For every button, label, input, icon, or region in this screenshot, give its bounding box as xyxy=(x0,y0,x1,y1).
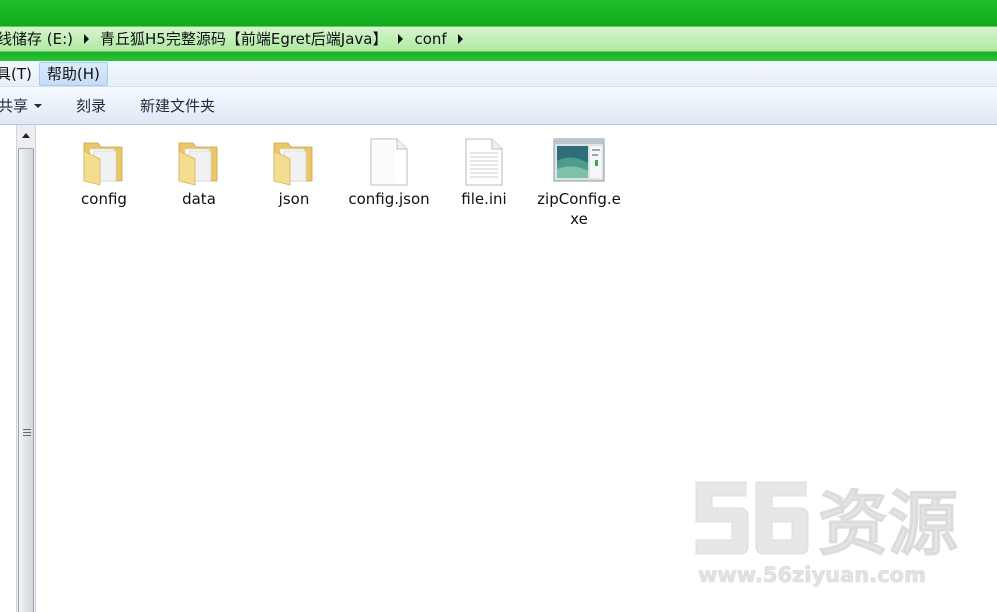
file-name: file.ini xyxy=(461,190,507,208)
text-file-icon xyxy=(465,138,503,186)
file-item-json[interactable]: json xyxy=(251,133,337,209)
watermark-url: www.56ziyuan.com xyxy=(698,563,926,587)
menu-bar: 具(T) 帮助(H) xyxy=(0,61,997,87)
address-bar[interactable]: 线储存 (E:) 青丘狐H5完整源码【前端Egret后端Java】 conf xyxy=(0,26,997,52)
folder-icon xyxy=(178,142,218,186)
dropdown-arrow-icon xyxy=(34,103,43,108)
file-name: json xyxy=(278,190,310,208)
folder-icon xyxy=(273,142,313,186)
scroll-up-arrow-icon[interactable] xyxy=(17,125,35,145)
grip-icon xyxy=(23,429,31,438)
file-item-file-ini[interactable]: file.ini xyxy=(441,133,527,209)
share-label: 共享 xyxy=(0,96,29,115)
file-item-config[interactable]: config xyxy=(61,133,147,209)
folder-icon xyxy=(83,142,123,186)
title-bar xyxy=(0,0,997,26)
file-name: config xyxy=(81,190,127,208)
file-item-data[interactable]: data xyxy=(156,133,242,209)
scroll-thumb[interactable] xyxy=(18,148,34,612)
file-name: config.json xyxy=(348,190,430,208)
breadcrumb-chevron-icon[interactable] xyxy=(457,34,463,44)
breadcrumb-chevron-icon[interactable] xyxy=(84,34,90,44)
blank-file-icon xyxy=(370,138,408,186)
file-name: zipConfig.exe xyxy=(537,190,621,228)
app-window-icon xyxy=(553,138,605,182)
navigation-scrollbar[interactable] xyxy=(16,125,36,612)
file-item-config-json[interactable]: config.json xyxy=(346,133,432,209)
menu-tools[interactable]: 具(T) xyxy=(0,62,39,86)
navigation-pane[interactable] xyxy=(0,125,16,612)
command-bar: 共享 刻录 新建文件夹 xyxy=(0,87,997,125)
file-item-zipconfig-exe[interactable]: zipConfig.exe xyxy=(536,133,622,229)
breadcrumb-project-folder[interactable]: 青丘狐H5完整源码【前端Egret后端Java】 xyxy=(100,27,387,51)
burn-button[interactable]: 刻录 xyxy=(59,88,123,124)
breadcrumb-conf-folder[interactable]: conf xyxy=(414,27,446,51)
new-folder-button[interactable]: 新建文件夹 xyxy=(123,88,232,124)
file-name: data xyxy=(182,190,216,208)
watermark-logo: 资源 www.56ziyuan.com xyxy=(695,481,959,587)
explorer-window: 线储存 (E:) 青丘狐H5完整源码【前端Egret后端Java】 conf 具… xyxy=(0,0,997,612)
breadcrumb-drive[interactable]: 线储存 (E:) xyxy=(0,27,73,51)
watermark-text: 资源 xyxy=(818,483,958,565)
breadcrumb-chevron-icon[interactable] xyxy=(398,34,404,44)
share-button[interactable]: 共享 xyxy=(0,88,59,124)
menu-help[interactable]: 帮助(H) xyxy=(38,61,108,86)
window-frame-divider xyxy=(0,52,997,61)
